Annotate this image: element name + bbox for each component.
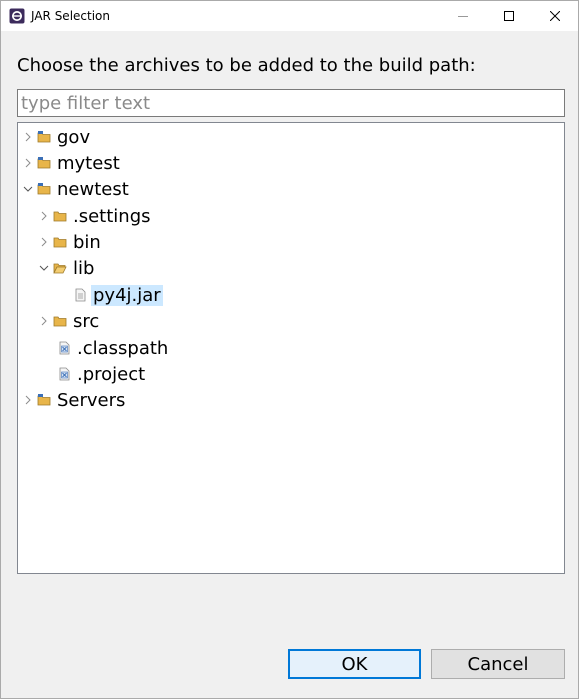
filter-input[interactable] [17, 89, 565, 117]
tree-item-label: mytest [57, 152, 120, 174]
xml-file-icon [59, 341, 70, 355]
tree-item-settings[interactable]: .settings [39, 203, 153, 229]
folder-icon [53, 211, 67, 222]
tree-item-label: py4j.jar [91, 284, 163, 306]
tree-item-label: newtest [57, 178, 129, 200]
archive-tree[interactable]: gov mytest newtest .settings bin lib py4… [17, 122, 565, 574]
project-folder-icon [37, 394, 51, 406]
instruction-label: Choose the archives to be added to the b… [17, 55, 476, 76]
maximize-button[interactable] [486, 1, 532, 31]
title-bar[interactable]: JAR Selection [1, 1, 578, 31]
tree-item-label: bin [73, 231, 101, 253]
jar-selection-dialog: JAR Selection Choose the archives to be … [0, 0, 579, 699]
tree-item-py4j-jar[interactable]: py4j.jar [69, 282, 163, 308]
maximize-icon [504, 11, 514, 21]
tree-item-project[interactable]: .project [53, 361, 147, 387]
close-icon [550, 11, 560, 21]
tree-item-classpath[interactable]: .classpath [53, 335, 170, 361]
cancel-button[interactable]: Cancel [431, 649, 565, 679]
close-button[interactable] [532, 1, 578, 31]
project-folder-icon [37, 131, 51, 143]
project-folder-icon [37, 157, 51, 169]
minimize-icon [458, 16, 468, 17]
tree-item-label: .settings [73, 205, 151, 227]
minimize-button[interactable] [440, 1, 486, 31]
tree-item-bin[interactable]: bin [39, 229, 103, 255]
chevron-down-icon[interactable] [23, 184, 33, 194]
eclipse-app-icon [9, 8, 25, 24]
ok-button[interactable]: OK [288, 649, 421, 679]
chevron-right-icon[interactable] [23, 158, 33, 168]
tree-item-gov[interactable]: gov [23, 124, 92, 150]
chevron-right-icon[interactable] [39, 316, 49, 326]
tree-item-label: .classpath [77, 337, 169, 359]
chevron-down-icon[interactable] [39, 263, 49, 273]
chevron-right-icon[interactable] [39, 211, 49, 221]
tree-item-newtest[interactable]: newtest [23, 176, 131, 202]
tree-item-src[interactable]: src [39, 308, 101, 334]
chevron-right-icon[interactable] [39, 237, 49, 247]
xml-file-icon [59, 367, 70, 381]
project-folder-icon [37, 183, 51, 195]
folder-icon [53, 237, 67, 248]
window-title: JAR Selection [31, 9, 110, 23]
chevron-right-icon[interactable] [23, 132, 33, 142]
tree-item-label: lib [73, 257, 95, 279]
chevron-right-icon[interactable] [23, 395, 33, 405]
tree-item-label: src [73, 310, 100, 332]
tree-item-lib[interactable]: lib [39, 255, 96, 281]
tree-item-mytest[interactable]: mytest [23, 150, 122, 176]
jar-file-icon [75, 288, 86, 302]
tree-item-label: gov [57, 126, 91, 148]
folder-icon [53, 316, 67, 327]
tree-item-servers[interactable]: Servers [23, 387, 127, 413]
folder-open-icon [53, 263, 67, 274]
tree-item-label: .project [77, 363, 146, 385]
tree-item-label: Servers [57, 389, 126, 411]
